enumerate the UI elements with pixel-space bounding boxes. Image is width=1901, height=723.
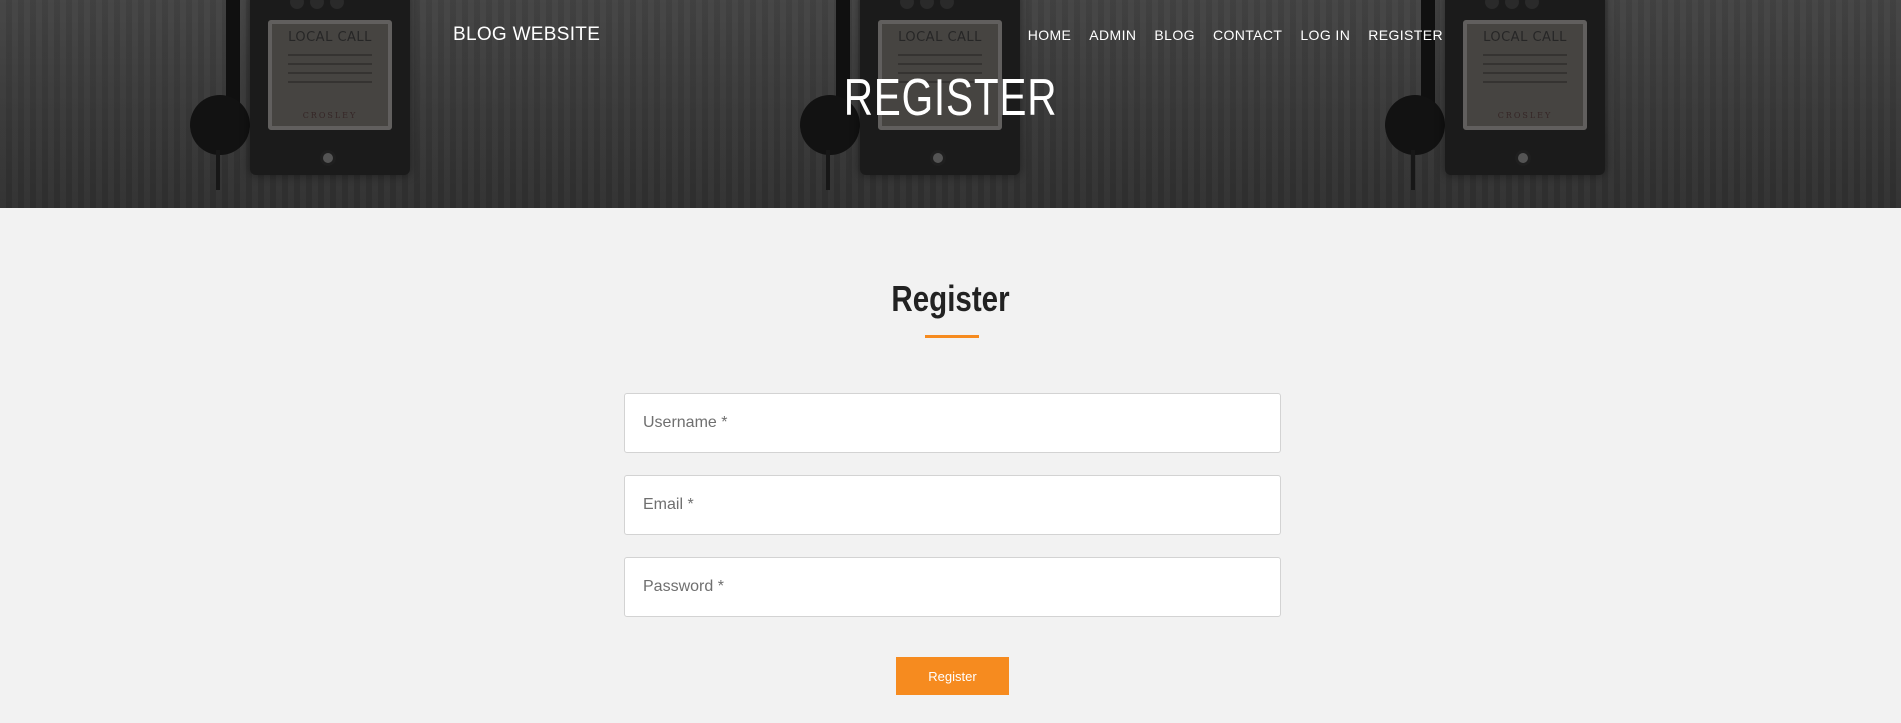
nav-home[interactable]: HOME (1028, 27, 1072, 43)
site-logo[interactable]: BLOG WEBSITE (453, 24, 600, 46)
nav-blog[interactable]: BLOG (1154, 27, 1195, 43)
nav-register[interactable]: REGISTER (1368, 27, 1443, 43)
form-title: Register (891, 278, 1010, 319)
main-nav: HOME ADMIN BLOG CONTACT LOG IN REGISTER (1010, 27, 1443, 43)
hero-title: REGISTER (843, 69, 1058, 127)
nav-admin[interactable]: ADMIN (1089, 27, 1136, 43)
email-input[interactable] (624, 475, 1281, 535)
nav-login[interactable]: LOG IN (1300, 27, 1350, 43)
username-input[interactable] (624, 393, 1281, 453)
hero-banner: LOCAL CALL CROSLEY LOCAL CALL LOCAL CALL… (0, 0, 1901, 208)
title-underline (925, 335, 979, 338)
password-input[interactable] (624, 557, 1281, 617)
nav-contact[interactable]: CONTACT (1213, 27, 1282, 43)
register-button[interactable]: Register (896, 657, 1009, 695)
